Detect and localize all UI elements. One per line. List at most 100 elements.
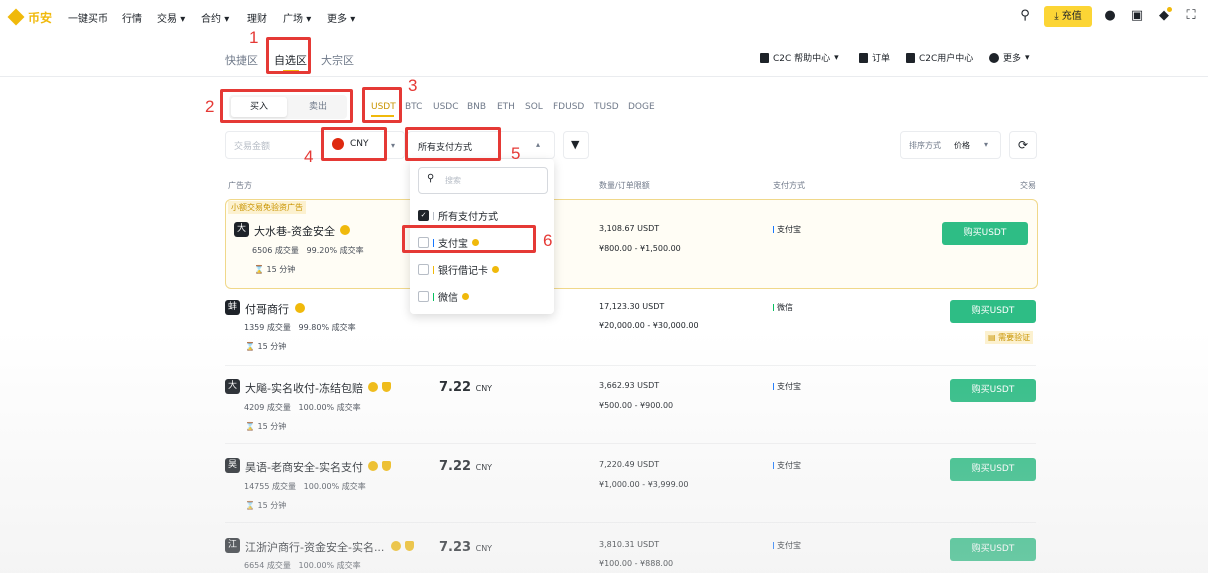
- promo-tag: 小额交易免验资广告: [228, 201, 306, 214]
- row-divider: [225, 522, 1036, 523]
- header-payment: 支付方式: [773, 181, 805, 190]
- coin-fdusd[interactable]: FDUSD: [553, 102, 584, 112]
- nav-square[interactable]: 广场 ▾: [283, 10, 311, 25]
- payment-option-all[interactable]: ✓ 所有支付方式: [418, 208, 498, 223]
- pay-color-bar: [433, 211, 434, 220]
- merchant-name[interactable]: 大飚-实名收付-冻结包赔: [245, 380, 363, 396]
- download-icon: ⤓: [1054, 11, 1059, 22]
- order-limit: ¥800.00 - ¥1,500.00: [599, 244, 681, 253]
- sort-select[interactable]: 排序方式 价格 ▾: [900, 131, 1001, 159]
- coin-sol[interactable]: SOL: [525, 102, 543, 112]
- merchant-name[interactable]: 昊语-老商安全-实名支付: [245, 459, 363, 475]
- coin-bnb[interactable]: BNB: [467, 102, 486, 112]
- search-icon[interactable]: ⚲: [1018, 9, 1032, 23]
- unit-price: 7.23 CNY: [439, 540, 493, 555]
- funnel-icon: ▼: [571, 138, 580, 151]
- payment-method: 支付宝: [773, 540, 801, 551]
- nav-futures[interactable]: 合约 ▾: [201, 10, 229, 25]
- bottom-shade: [0, 330, 1208, 573]
- avatar[interactable]: 江: [225, 538, 240, 553]
- users-icon: [906, 52, 915, 63]
- merchant-name[interactable]: 付哥商行: [245, 301, 289, 317]
- top-nav: 币安 一键买币 行情 交易 ▾ 合约 ▾ 理财 广场 ▾ 更多 ▾ ⚲ ⤓ 充值…: [0, 0, 1208, 34]
- verified-icon: [295, 303, 305, 313]
- refresh-icon: ⟳: [1017, 138, 1029, 152]
- nav-markets[interactable]: 行情: [122, 10, 142, 25]
- shield-icon: [382, 461, 391, 471]
- coin-btc[interactable]: BTC: [405, 102, 422, 112]
- coin-doge[interactable]: DOGE: [628, 102, 655, 112]
- nav-earn[interactable]: 理财: [247, 10, 267, 25]
- payment-method: 支付宝: [773, 381, 801, 392]
- verify-required-tag: ▤ 需要验证: [985, 331, 1034, 344]
- order-limit: ¥1,000.00 - ¥3,999.00: [599, 480, 689, 489]
- pay-color-bar: [773, 304, 774, 311]
- annotation-label-2: 2: [205, 97, 215, 116]
- payment-method: 微信: [773, 302, 793, 313]
- annotation-label-1: 1: [249, 28, 259, 47]
- wallet-icon[interactable]: ▣: [1130, 9, 1144, 23]
- avatar[interactable]: 大: [225, 379, 240, 394]
- merchant-time: ⌛ 15 分钟: [254, 265, 296, 274]
- annotation-label-6: 6: [543, 231, 553, 250]
- refresh-button[interactable]: ⟳: [1009, 131, 1037, 159]
- merchant-stats: 1359 成交量 99.80% 成交率: [244, 323, 356, 332]
- fire-icon: [462, 293, 469, 300]
- unit-price: 7.22 CNY: [439, 459, 493, 474]
- buy-usdt-button[interactable]: 购买USDT: [942, 222, 1028, 245]
- buy-usdt-button[interactable]: 购买USDT: [950, 379, 1036, 402]
- chevron-down-icon: ▾: [391, 141, 396, 150]
- avatar[interactable]: 蚌: [225, 300, 240, 315]
- nav-trade[interactable]: 交易 ▾: [157, 10, 185, 25]
- clock-icon: ⌛: [245, 422, 255, 431]
- chevron-down-icon: ▾: [984, 140, 989, 149]
- payment-option-bank[interactable]: 银行借记卡: [418, 262, 499, 277]
- scan-icon[interactable]: ⛶: [1184, 9, 1198, 23]
- avatar[interactable]: 大: [234, 222, 249, 237]
- orders-link[interactable]: 订单: [859, 51, 890, 64]
- buy-usdt-button[interactable]: 购买USDT: [950, 458, 1036, 481]
- tab-block[interactable]: 大宗区: [321, 52, 354, 68]
- binance-logo[interactable]: 币安: [7, 8, 52, 26]
- pay-color-bar: [773, 226, 774, 233]
- chevron-down-icon: ▾: [1025, 52, 1030, 63]
- coin-tusd[interactable]: TUSD: [594, 102, 619, 112]
- nav-quick-buy[interactable]: 一键买币: [68, 10, 108, 25]
- payment-option-wechat[interactable]: 微信: [418, 289, 469, 304]
- chevron-down-icon: ▾: [350, 14, 356, 25]
- deposit-button[interactable]: ⤓ 充值: [1044, 6, 1092, 27]
- annotation-box-2: [220, 89, 353, 123]
- annotation-label-4: 4: [304, 147, 314, 166]
- filter-button[interactable]: ▼: [563, 131, 589, 159]
- more-link[interactable]: 更多 ▾: [989, 51, 1030, 64]
- coin-eth[interactable]: ETH: [497, 102, 515, 112]
- checkbox-icon: [418, 264, 429, 275]
- verified-icon: [391, 541, 401, 551]
- user-center-link[interactable]: C2C用户中心: [906, 51, 973, 64]
- search-icon: ⚲: [427, 173, 435, 184]
- nav-more[interactable]: 更多 ▾: [327, 10, 355, 25]
- header-advertiser: 广告方: [228, 181, 252, 190]
- merchant-name[interactable]: 大水巷-资金安全: [254, 223, 335, 239]
- user-icon[interactable]: ●: [1103, 9, 1117, 23]
- annotation-box-5: [405, 127, 501, 161]
- annotation-box-1: [266, 37, 311, 74]
- checkbox-icon: [418, 291, 429, 302]
- payment-search-input[interactable]: ⚲ 搜索: [418, 167, 548, 194]
- verified-icon: [368, 461, 378, 471]
- avatar[interactable]: 昊: [225, 458, 240, 473]
- tab-express[interactable]: 快捷区: [225, 52, 258, 68]
- pay-color-bar: [773, 462, 774, 469]
- merchant-name[interactable]: 江浙沪商行-资金安全-实名...: [245, 539, 384, 555]
- buy-usdt-button[interactable]: 购买USDT: [950, 538, 1036, 561]
- chevron-down-icon: ▾: [306, 14, 312, 25]
- order-icon: [859, 52, 868, 63]
- coin-usdc[interactable]: USDC: [433, 102, 459, 112]
- order-limit: ¥500.00 - ¥900.00: [599, 401, 674, 410]
- buy-usdt-button[interactable]: 购买USDT: [950, 300, 1036, 323]
- header-divider: [0, 76, 1208, 77]
- id-card-icon: ▤: [988, 333, 996, 342]
- merchant-time: ⌛ 15 分钟: [245, 422, 287, 431]
- help-center-link[interactable]: C2C 帮助中心 ▾: [760, 51, 839, 64]
- chevron-down-icon: ▾: [224, 14, 230, 25]
